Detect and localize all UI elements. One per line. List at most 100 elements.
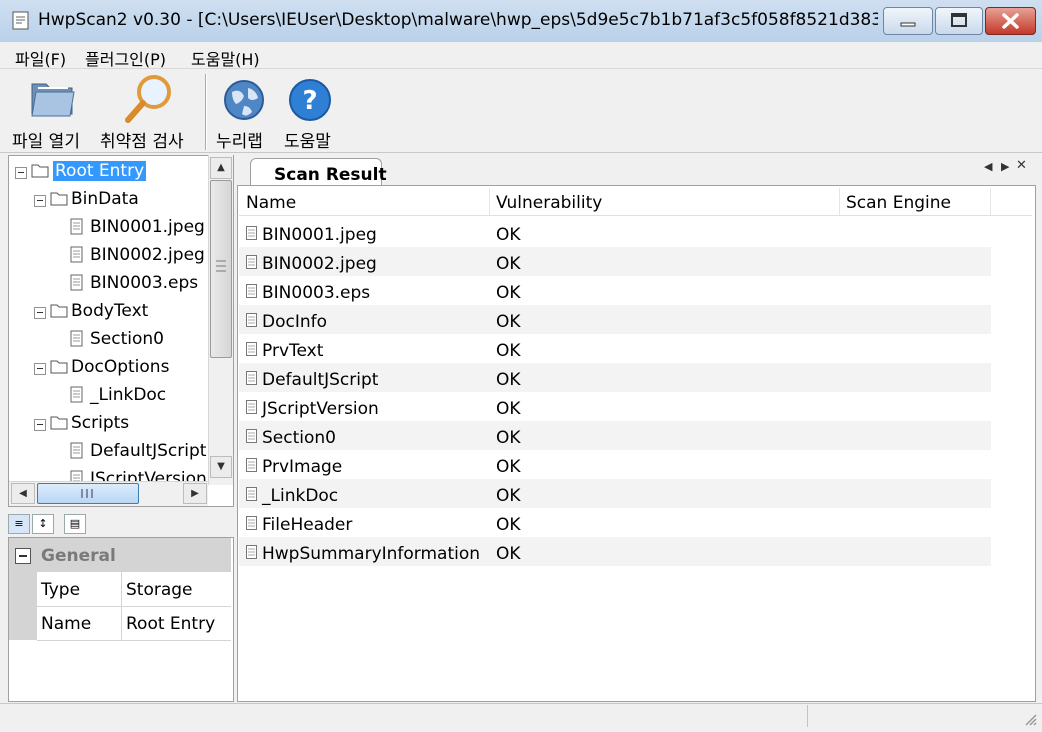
tab-close-icon[interactable]: ✕: [1016, 158, 1027, 173]
property-value-name[interactable]: Root Entry: [122, 606, 231, 641]
row-vulnerability: OK: [496, 370, 521, 390]
row-name: _LinkDoc: [262, 486, 338, 506]
tree-item-bodytext[interactable]: BodyText: [9, 299, 229, 325]
collapse-icon[interactable]: [15, 548, 31, 564]
open-file-button[interactable]: 파일 열기: [12, 72, 92, 150]
table-row[interactable]: HwpSummaryInformation OK: [239, 537, 991, 566]
file-icon: [246, 400, 257, 414]
property-pages-icon[interactable]: ▤: [64, 514, 86, 534]
tree-horizontal-scroll-thumb[interactable]: [37, 483, 139, 504]
tree-item-label: DefaultJScript: [90, 441, 206, 461]
tree-item-defaultjscript[interactable]: DefaultJScript: [9, 439, 229, 465]
maximize-button[interactable]: [935, 7, 983, 35]
table-row[interactable]: DefaultJScript OK: [239, 363, 991, 392]
property-value-label: Root Entry: [126, 614, 215, 634]
property-category-label: General: [41, 546, 116, 566]
help-button[interactable]: ? 도움말: [280, 72, 342, 150]
tree-item-docoptions[interactable]: DocOptions: [9, 355, 229, 381]
scroll-up-icon[interactable]: ▲: [210, 157, 232, 179]
collapse-icon[interactable]: [34, 363, 46, 375]
app-icon[interactable]: [11, 10, 31, 30]
tree-item-section0[interactable]: Section0: [9, 327, 229, 353]
column-divider[interactable]: [990, 188, 991, 215]
table-row[interactable]: PrvText OK: [239, 334, 991, 363]
menu-plugin[interactable]: 플러그인(P): [85, 46, 166, 70]
tree-item-scripts[interactable]: Scripts: [9, 411, 229, 437]
file-icon: [246, 371, 257, 385]
file-icon: [246, 516, 257, 530]
storage-tree[interactable]: Root Entry BinData BIN0001.jpeg BIN0002.…: [8, 155, 234, 507]
property-key-name[interactable]: Name: [37, 606, 122, 641]
column-divider[interactable]: [839, 188, 840, 215]
nurilab-button[interactable]: 누리랩: [214, 72, 274, 150]
row-vulnerability: OK: [496, 428, 521, 448]
tree-item-label: BIN0002.jpeg: [90, 245, 205, 265]
table-row[interactable]: PrvImage OK: [239, 450, 991, 479]
window-title: HwpScan2 v0.30 - [C:\Users\IEUser\Deskto…: [38, 10, 878, 30]
row-vulnerability: OK: [496, 254, 521, 274]
table-row[interactable]: _LinkDoc OK: [239, 479, 991, 508]
property-value-type[interactable]: Storage: [122, 572, 231, 607]
property-key-type[interactable]: Type: [37, 572, 122, 607]
scroll-left-icon[interactable]: ◀: [11, 483, 35, 504]
menu-file[interactable]: 파일(F): [15, 46, 66, 70]
tab-prev-icon[interactable]: ◀: [984, 160, 992, 173]
file-icon: [70, 386, 83, 403]
row-name: Section0: [262, 428, 336, 448]
file-icon: [246, 545, 257, 559]
tree-item-label: Scripts: [71, 413, 129, 433]
tree-item-bin0003[interactable]: BIN0003.eps: [9, 271, 229, 297]
tree-item-bin0001[interactable]: BIN0001.jpeg: [9, 215, 229, 241]
scroll-right-icon[interactable]: ▶: [183, 483, 207, 504]
minimize-button[interactable]: [883, 7, 933, 35]
tree-item-root-entry[interactable]: Root Entry: [9, 159, 229, 185]
table-row[interactable]: DocInfo OK: [239, 305, 991, 334]
collapse-icon[interactable]: [34, 419, 46, 431]
tab-next-icon[interactable]: ▶: [1001, 160, 1009, 173]
scan-vulnerability-label: 취약점 검사: [100, 127, 184, 152]
row-name: PrvText: [262, 341, 323, 361]
tree-vertical-scroll-thumb[interactable]: [210, 180, 232, 358]
tree-item-linkdoc[interactable]: _LinkDoc: [9, 383, 229, 409]
file-icon: [246, 458, 257, 472]
row-name: BIN0003.eps: [262, 283, 370, 303]
tree-item-bindata[interactable]: BinData: [9, 187, 229, 213]
table-row[interactable]: Section0 OK: [239, 421, 991, 450]
file-icon: [246, 342, 257, 356]
table-row[interactable]: BIN0003.eps OK: [239, 276, 991, 305]
scroll-down-icon[interactable]: ▼: [210, 456, 232, 478]
help-label: 도움말: [284, 127, 331, 152]
resize-grip-icon[interactable]: [1024, 712, 1038, 726]
table-row[interactable]: JScriptVersion OK: [239, 392, 991, 421]
row-name: DocInfo: [262, 312, 327, 332]
collapse-icon[interactable]: [15, 167, 27, 179]
categorized-icon[interactable]: ≡: [8, 514, 30, 534]
svg-text:?: ?: [302, 86, 317, 116]
close-button[interactable]: [985, 7, 1036, 35]
file-icon: [70, 330, 83, 347]
tree-item-label: BIN0003.eps: [90, 273, 198, 293]
collapse-icon[interactable]: [34, 195, 46, 207]
column-header-vulnerability[interactable]: Vulnerability: [496, 193, 602, 213]
column-header-name[interactable]: Name: [246, 193, 296, 213]
table-row[interactable]: FileHeader OK: [239, 508, 991, 537]
tree-item-label: _LinkDoc: [90, 385, 166, 405]
folder-icon: [50, 415, 68, 430]
column-header-scan-engine[interactable]: Scan Engine: [846, 193, 951, 213]
table-row[interactable]: BIN0002.jpeg OK: [239, 247, 991, 276]
column-divider[interactable]: [489, 188, 490, 215]
row-name: HwpSummaryInformation: [262, 544, 480, 564]
tree-item-bin0002[interactable]: BIN0002.jpeg: [9, 243, 229, 269]
folder-open-icon: [28, 76, 78, 120]
collapse-icon[interactable]: [34, 307, 46, 319]
menu-help[interactable]: 도움말(H): [191, 46, 260, 70]
file-icon: [246, 284, 257, 298]
scan-vulnerability-button[interactable]: 취약점 검사: [100, 72, 198, 150]
row-vulnerability: OK: [496, 486, 521, 506]
file-icon: [246, 313, 257, 327]
tree-item-label: BodyText: [71, 301, 148, 321]
tree-item-label: Section0: [90, 329, 164, 349]
alphabetical-icon[interactable]: ↕: [32, 514, 54, 534]
row-name: FileHeader: [262, 515, 352, 535]
table-row[interactable]: BIN0001.jpeg OK: [239, 218, 991, 247]
